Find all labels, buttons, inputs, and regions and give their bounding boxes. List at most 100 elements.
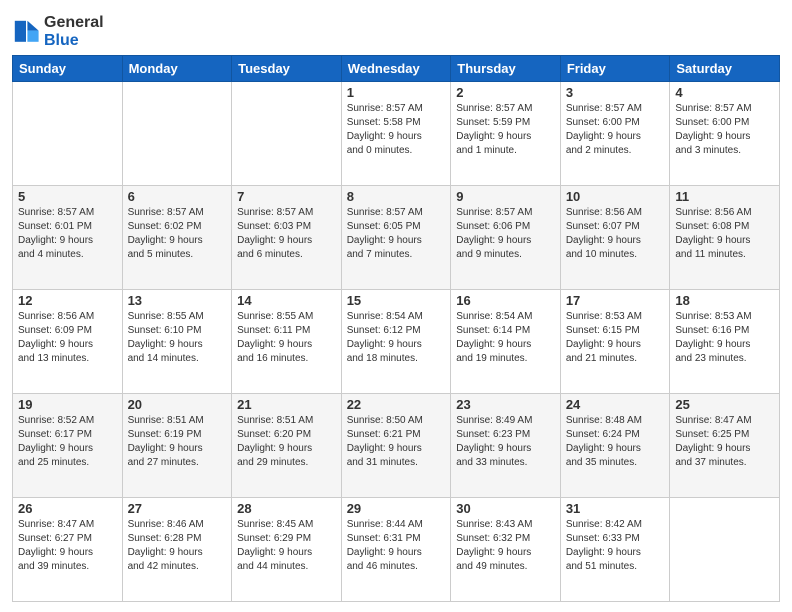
day-info: Sunrise: 8:57 AMSunset: 6:02 PMDaylight:… xyxy=(128,206,227,262)
day-number: 13 xyxy=(128,293,227,308)
day-info: Sunrise: 8:57 AMSunset: 6:05 PMDaylight:… xyxy=(347,206,446,262)
calendar-cell: 22 Sunrise: 8:50 AMSunset: 6:21 PMDayligh… xyxy=(341,394,451,498)
header: General Blue xyxy=(12,10,780,49)
calendar-cell: 4Sunrise: 8:57 AMSunset: 6:00 PMDaylight… xyxy=(670,82,780,186)
day-number: 8 xyxy=(347,189,446,204)
day-info: Sunrise: 8:55 AMSunset: 6:11 PMDaylight:… xyxy=(237,310,336,366)
day-info: Sunrise: 8:57 AMSunset: 6:00 PMDaylight:… xyxy=(675,102,774,158)
day-number: 19 xyxy=(18,397,117,412)
calendar-cell: 14 Sunrise: 8:55 AMSunset: 6:11 PMDayligh… xyxy=(232,290,342,394)
calendar-cell: 29 Sunrise: 8:44 AMSunset: 6:31 PMDayligh… xyxy=(341,498,451,602)
day-number: 9 xyxy=(456,189,555,204)
calendar-cell: 5 Sunrise: 8:57 AMSunset: 6:01 PMDaylight… xyxy=(13,186,123,290)
day-number: 29 xyxy=(347,501,446,516)
day-number: 7 xyxy=(237,189,336,204)
day-number: 2 xyxy=(456,85,555,100)
day-info: Sunrise: 8:54 AMSunset: 6:12 PMDaylight:… xyxy=(347,310,446,366)
day-number: 26 xyxy=(18,501,117,516)
calendar-week-4: 19 Sunrise: 8:52 AMSunset: 6:17 PMDayligh… xyxy=(13,394,780,498)
day-info: Sunrise: 8:57 AMSunset: 5:58 PMDaylight:… xyxy=(347,102,446,158)
day-number: 16 xyxy=(456,293,555,308)
day-number: 6 xyxy=(128,189,227,204)
calendar: SundayMondayTuesdayWednesdayThursdayFrid… xyxy=(12,55,780,602)
day-info: Sunrise: 8:52 AMSunset: 6:17 PMDaylight:… xyxy=(18,414,117,470)
day-info: Sunrise: 8:57 AMSunset: 6:06 PMDaylight:… xyxy=(456,206,555,262)
weekday-header-thursday: Thursday xyxy=(451,56,561,82)
calendar-cell xyxy=(232,82,342,186)
day-info: Sunrise: 8:57 AMSunset: 5:59 PMDaylight:… xyxy=(456,102,555,158)
day-number: 25 xyxy=(675,397,774,412)
day-number: 20 xyxy=(128,397,227,412)
calendar-week-2: 5 Sunrise: 8:57 AMSunset: 6:01 PMDaylight… xyxy=(13,186,780,290)
logo-text: General Blue xyxy=(44,14,104,49)
calendar-cell: 18Sunrise: 8:53 AMSunset: 6:16 PMDayligh… xyxy=(670,290,780,394)
day-info: Sunrise: 8:56 AMSunset: 6:09 PMDaylight:… xyxy=(18,310,117,366)
calendar-cell: 27Sunrise: 8:46 AMSunset: 6:28 PMDayligh… xyxy=(122,498,232,602)
calendar-week-1: 1 Sunrise: 8:57 AMSunset: 5:58 PMDaylight… xyxy=(13,82,780,186)
weekday-header-monday: Monday xyxy=(122,56,232,82)
day-number: 27 xyxy=(128,501,227,516)
day-info: Sunrise: 8:49 AMSunset: 6:23 PMDaylight:… xyxy=(456,414,555,470)
weekday-header-friday: Friday xyxy=(560,56,670,82)
day-number: 31 xyxy=(566,501,665,516)
calendar-cell: 1 Sunrise: 8:57 AMSunset: 5:58 PMDaylight… xyxy=(341,82,451,186)
day-number: 21 xyxy=(237,397,336,412)
page: General Blue SundayMondayTuesdayWednesda… xyxy=(0,0,792,612)
day-info: Sunrise: 8:43 AMSunset: 6:32 PMDaylight:… xyxy=(456,518,555,574)
day-number: 28 xyxy=(237,501,336,516)
calendar-cell: 3 Sunrise: 8:57 AMSunset: 6:00 PMDaylight… xyxy=(560,82,670,186)
day-info: Sunrise: 8:45 AMSunset: 6:29 PMDaylight:… xyxy=(237,518,336,574)
day-info: Sunrise: 8:57 AMSunset: 6:03 PMDaylight:… xyxy=(237,206,336,262)
weekday-header-tuesday: Tuesday xyxy=(232,56,342,82)
calendar-cell: 15Sunrise: 8:54 AMSunset: 6:12 PMDayligh… xyxy=(341,290,451,394)
day-info: Sunrise: 8:57 AMSunset: 6:00 PMDaylight:… xyxy=(566,102,665,158)
weekday-header-sunday: Sunday xyxy=(13,56,123,82)
calendar-cell xyxy=(670,498,780,602)
day-number: 12 xyxy=(18,293,117,308)
day-info: Sunrise: 8:56 AMSunset: 6:07 PMDaylight:… xyxy=(566,206,665,262)
logo-icon xyxy=(12,18,40,46)
day-number: 18 xyxy=(675,293,774,308)
day-info: Sunrise: 8:50 AMSunset: 6:21 PMDaylight:… xyxy=(347,414,446,470)
calendar-cell: 10 Sunrise: 8:56 AMSunset: 6:07 PMDayligh… xyxy=(560,186,670,290)
weekday-header-wednesday: Wednesday xyxy=(341,56,451,82)
calendar-cell: 30 Sunrise: 8:43 AMSunset: 6:32 PMDayligh… xyxy=(451,498,561,602)
calendar-cell: 25 Sunrise: 8:47 AMSunset: 6:25 PMDayligh… xyxy=(670,394,780,498)
day-info: Sunrise: 8:55 AMSunset: 6:10 PMDaylight:… xyxy=(128,310,227,366)
weekday-header-row: SundayMondayTuesdayWednesdayThursdayFrid… xyxy=(13,56,780,82)
day-info: Sunrise: 8:56 AMSunset: 6:08 PMDaylight:… xyxy=(675,206,774,262)
calendar-cell: 9 Sunrise: 8:57 AMSunset: 6:06 PMDaylight… xyxy=(451,186,561,290)
calendar-cell: 13 Sunrise: 8:55 AMSunset: 6:10 PMDayligh… xyxy=(122,290,232,394)
day-info: Sunrise: 8:47 AMSunset: 6:27 PMDaylight:… xyxy=(18,518,117,574)
calendar-cell: 8 Sunrise: 8:57 AMSunset: 6:05 PMDaylight… xyxy=(341,186,451,290)
day-number: 5 xyxy=(18,189,117,204)
calendar-cell xyxy=(13,82,123,186)
day-info: Sunrise: 8:57 AMSunset: 6:01 PMDaylight:… xyxy=(18,206,117,262)
calendar-cell: 19 Sunrise: 8:52 AMSunset: 6:17 PMDayligh… xyxy=(13,394,123,498)
day-info: Sunrise: 8:42 AMSunset: 6:33 PMDaylight:… xyxy=(566,518,665,574)
calendar-cell: 2 Sunrise: 8:57 AMSunset: 5:59 PMDaylight… xyxy=(451,82,561,186)
day-info: Sunrise: 8:51 AMSunset: 6:20 PMDaylight:… xyxy=(237,414,336,470)
calendar-cell: 23Sunrise: 8:49 AMSunset: 6:23 PMDayligh… xyxy=(451,394,561,498)
day-number: 24 xyxy=(566,397,665,412)
day-number: 14 xyxy=(237,293,336,308)
day-info: Sunrise: 8:48 AMSunset: 6:24 PMDaylight:… xyxy=(566,414,665,470)
calendar-cell xyxy=(122,82,232,186)
day-number: 30 xyxy=(456,501,555,516)
day-number: 3 xyxy=(566,85,665,100)
day-number: 11 xyxy=(675,189,774,204)
day-number: 1 xyxy=(347,85,446,100)
calendar-cell: 12 Sunrise: 8:56 AMSunset: 6:09 PMDayligh… xyxy=(13,290,123,394)
calendar-cell: 16Sunrise: 8:54 AMSunset: 6:14 PMDayligh… xyxy=(451,290,561,394)
day-info: Sunrise: 8:51 AMSunset: 6:19 PMDaylight:… xyxy=(128,414,227,470)
calendar-cell: 6 Sunrise: 8:57 AMSunset: 6:02 PMDaylight… xyxy=(122,186,232,290)
day-info: Sunrise: 8:53 AMSunset: 6:15 PMDaylight:… xyxy=(566,310,665,366)
calendar-cell: 20 Sunrise: 8:51 AMSunset: 6:19 PMDayligh… xyxy=(122,394,232,498)
day-number: 22 xyxy=(347,397,446,412)
calendar-cell: 28 Sunrise: 8:45 AMSunset: 6:29 PMDayligh… xyxy=(232,498,342,602)
day-info: Sunrise: 8:44 AMSunset: 6:31 PMDaylight:… xyxy=(347,518,446,574)
calendar-cell: 24 Sunrise: 8:48 AMSunset: 6:24 PMDayligh… xyxy=(560,394,670,498)
day-info: Sunrise: 8:47 AMSunset: 6:25 PMDaylight:… xyxy=(675,414,774,470)
day-number: 10 xyxy=(566,189,665,204)
calendar-cell: 17Sunrise: 8:53 AMSunset: 6:15 PMDayligh… xyxy=(560,290,670,394)
